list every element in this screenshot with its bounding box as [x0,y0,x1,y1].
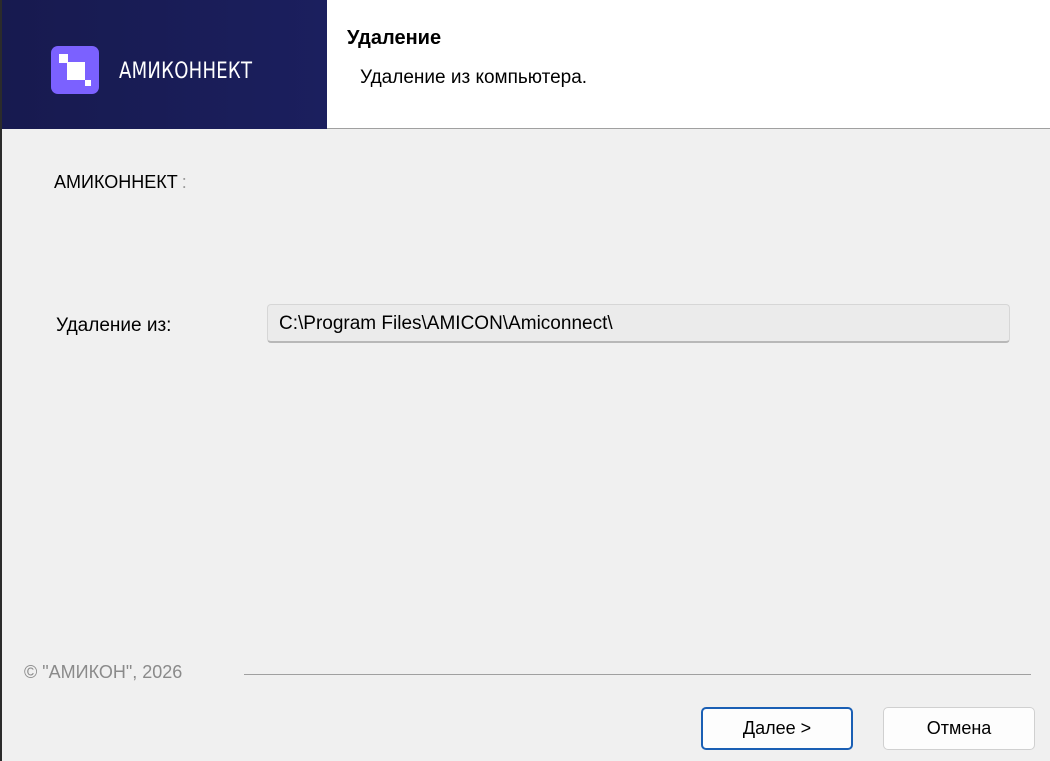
uninstall-path-label: Удаление из: [56,315,172,336]
product-label: АМИКОННЕКТ: [54,172,187,193]
page-subtitle: Удаление из компьютера. [360,67,588,88]
page-title: Удаление [347,27,442,49]
uninstall-dialog: АМИКОННЕКТ Удаление Удаление из компьюте… [0,0,1050,761]
brand-name: АМИКОННЕКТ [119,59,253,84]
amiconnect-logo-icon [51,46,99,94]
dialog-header: АМИКОННЕКТ Удаление Удаление из компьюте… [2,0,1050,129]
uninstall-path-field[interactable]: C:\Program Files\AMICON\Amiconnect\ [267,304,1010,343]
cancel-button[interactable]: Отмена [883,707,1035,750]
copyright-text: © "АМИКОН", 2026 [24,662,183,682]
brand-banner: АМИКОННЕКТ [2,0,327,129]
next-button[interactable]: Далее > [701,707,853,750]
footer-divider [244,674,1031,675]
product-name: АМИКОННЕКТ [54,172,178,192]
product-colon: : [181,172,187,192]
